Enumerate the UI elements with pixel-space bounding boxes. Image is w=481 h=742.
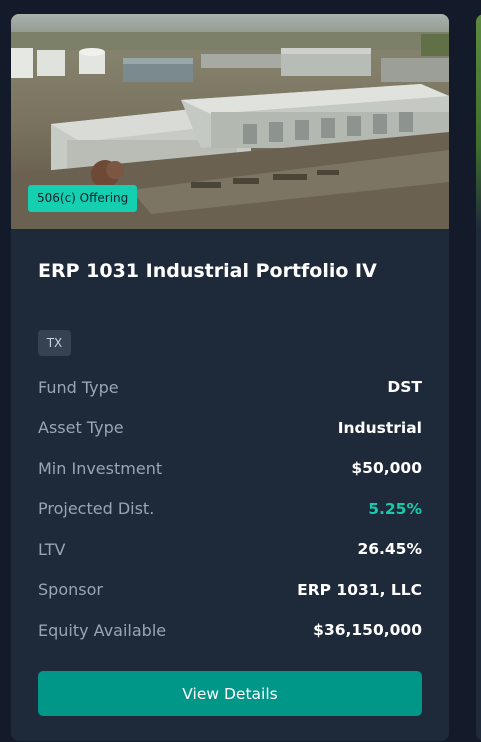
- detail-label: Sponsor: [38, 580, 103, 600]
- detail-value: DST: [387, 378, 422, 397]
- page: 506(c) Offering ERP 1031 Industrial Port…: [0, 0, 481, 742]
- detail-label: LTV: [38, 539, 66, 559]
- next-property-card[interactable]: [476, 14, 481, 741]
- detail-value: Industrial: [337, 418, 422, 437]
- detail-label: Min Investment: [38, 458, 163, 478]
- detail-row-projected-dist: Projected Dist. 5.25%: [38, 489, 422, 530]
- property-title: ERP 1031 Industrial Portfolio IV: [38, 260, 377, 282]
- offering-badge: 506(c) Offering: [28, 185, 138, 212]
- detail-value: ERP 1031, LLC: [297, 580, 422, 599]
- detail-label: Fund Type: [38, 377, 119, 397]
- detail-row-sponsor: Sponsor ERP 1031, LLC: [38, 570, 422, 611]
- detail-row-asset-type: Asset Type Industrial: [38, 408, 422, 449]
- detail-label: Asset Type: [38, 418, 124, 438]
- view-details-button[interactable]: View Details: [38, 671, 422, 716]
- detail-label: Equity Available: [38, 620, 167, 640]
- property-image: 506(c) Offering: [11, 14, 449, 229]
- detail-row-fund-type: Fund Type DST: [38, 367, 422, 408]
- property-card: 506(c) Offering ERP 1031 Industrial Port…: [11, 14, 449, 741]
- detail-row-ltv: LTV 26.45%: [38, 529, 422, 570]
- detail-row-equity-available: Equity Available $36,150,000: [38, 610, 422, 651]
- details-list: Fund Type DST Asset Type Industrial Min …: [38, 367, 422, 651]
- detail-value: 26.45%: [357, 540, 422, 559]
- detail-label: Projected Dist.: [38, 499, 155, 519]
- detail-value: 5.25%: [368, 499, 422, 518]
- detail-row-min-investment: Min Investment $50,000: [38, 448, 422, 489]
- detail-value: $36,150,000: [313, 621, 422, 640]
- state-tag: TX: [38, 330, 71, 356]
- detail-value: $50,000: [351, 459, 422, 478]
